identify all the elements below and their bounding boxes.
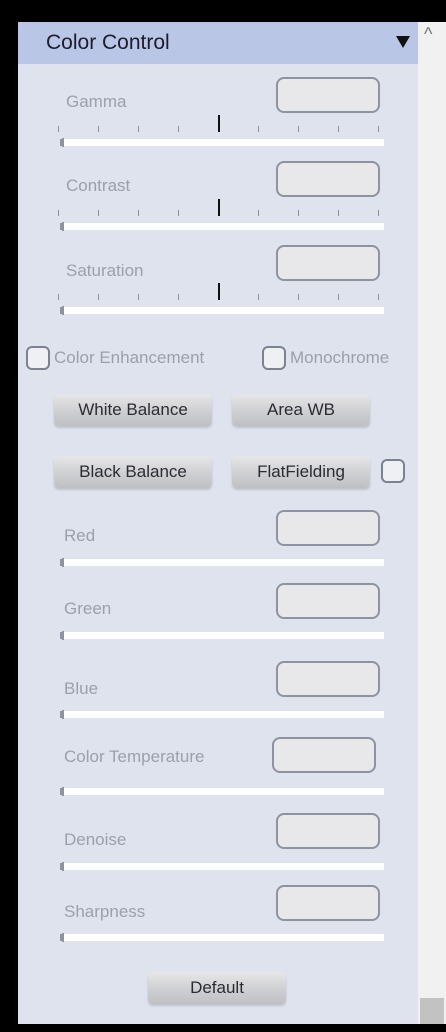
vertical-scrollbar[interactable]: ^ (418, 22, 446, 1024)
saturation-slider[interactable] (60, 306, 384, 315)
color-control-panel: Gamma Contrast Saturation Color Enhancem… (18, 64, 418, 1024)
color-temperature-slider-handle[interactable] (62, 787, 64, 796)
gamma-slider-handle[interactable] (62, 138, 64, 147)
saturation-tick-scale (58, 283, 384, 300)
sharpness-value-box[interactable] (276, 885, 380, 921)
color-temperature-slider[interactable] (60, 787, 384, 796)
color-control-header[interactable]: Color Control (18, 22, 418, 64)
saturation-label: Saturation (66, 261, 144, 280)
color-temperature-label: Color Temperature (64, 747, 205, 766)
red-slider-handle[interactable] (62, 558, 64, 567)
contrast-tick-scale (58, 199, 384, 216)
sharpness-label: Sharpness (64, 902, 146, 921)
contrast-value-box[interactable] (276, 161, 380, 197)
flatfielding-button[interactable]: FlatFielding (232, 456, 370, 488)
saturation-value-box[interactable] (276, 245, 380, 281)
blue-label: Blue (64, 679, 99, 698)
blue-value-box[interactable] (276, 661, 380, 697)
red-value-box[interactable] (276, 510, 380, 546)
saturation-slider-handle[interactable] (62, 306, 64, 315)
gamma-label: Gamma (66, 92, 127, 111)
gamma-slider[interactable] (60, 138, 384, 147)
scroll-up-arrow-icon[interactable]: ^ (424, 24, 432, 45)
blue-slider-handle[interactable] (62, 710, 64, 719)
black-balance-button[interactable]: Black Balance (54, 456, 212, 488)
sharpness-slider-handle[interactable] (62, 933, 64, 942)
flatfielding-checkbox[interactable] (381, 459, 405, 483)
denoise-slider[interactable] (60, 862, 384, 871)
red-slider[interactable] (60, 558, 384, 567)
gamma-tick-scale (58, 115, 384, 132)
blue-slider[interactable] (60, 710, 384, 719)
area-wb-button[interactable]: Area WB (232, 394, 370, 426)
contrast-slider-handle[interactable] (62, 222, 64, 231)
monochrome-label: Monochrome (290, 348, 390, 367)
scrollbar-thumb[interactable] (420, 998, 444, 1024)
white-balance-button[interactable]: White Balance (54, 394, 212, 426)
denoise-value-box[interactable] (276, 813, 380, 849)
denoise-label: Denoise (64, 830, 127, 849)
gamma-value-box[interactable] (276, 77, 380, 113)
red-label: Red (64, 526, 96, 545)
green-slider[interactable] (60, 631, 384, 640)
color-enhancement-label: Color Enhancement (54, 348, 205, 367)
denoise-slider-handle[interactable] (62, 862, 64, 871)
green-label: Green (64, 599, 112, 618)
sharpness-slider[interactable] (60, 933, 384, 942)
default-button[interactable]: Default (148, 972, 286, 1004)
green-slider-handle[interactable] (62, 631, 64, 640)
collapse-triangle-icon[interactable] (396, 36, 410, 48)
panel-title: Color Control (46, 31, 170, 54)
green-value-box[interactable] (276, 583, 380, 619)
contrast-slider[interactable] (60, 222, 384, 231)
color-control-window: Color Control ^ Gamma Contrast Saturatio… (0, 0, 446, 1032)
color-enhancement-checkbox[interactable] (26, 346, 50, 370)
color-temperature-value-box[interactable] (272, 737, 376, 773)
monochrome-checkbox[interactable] (262, 346, 286, 370)
contrast-label: Contrast (66, 176, 131, 195)
